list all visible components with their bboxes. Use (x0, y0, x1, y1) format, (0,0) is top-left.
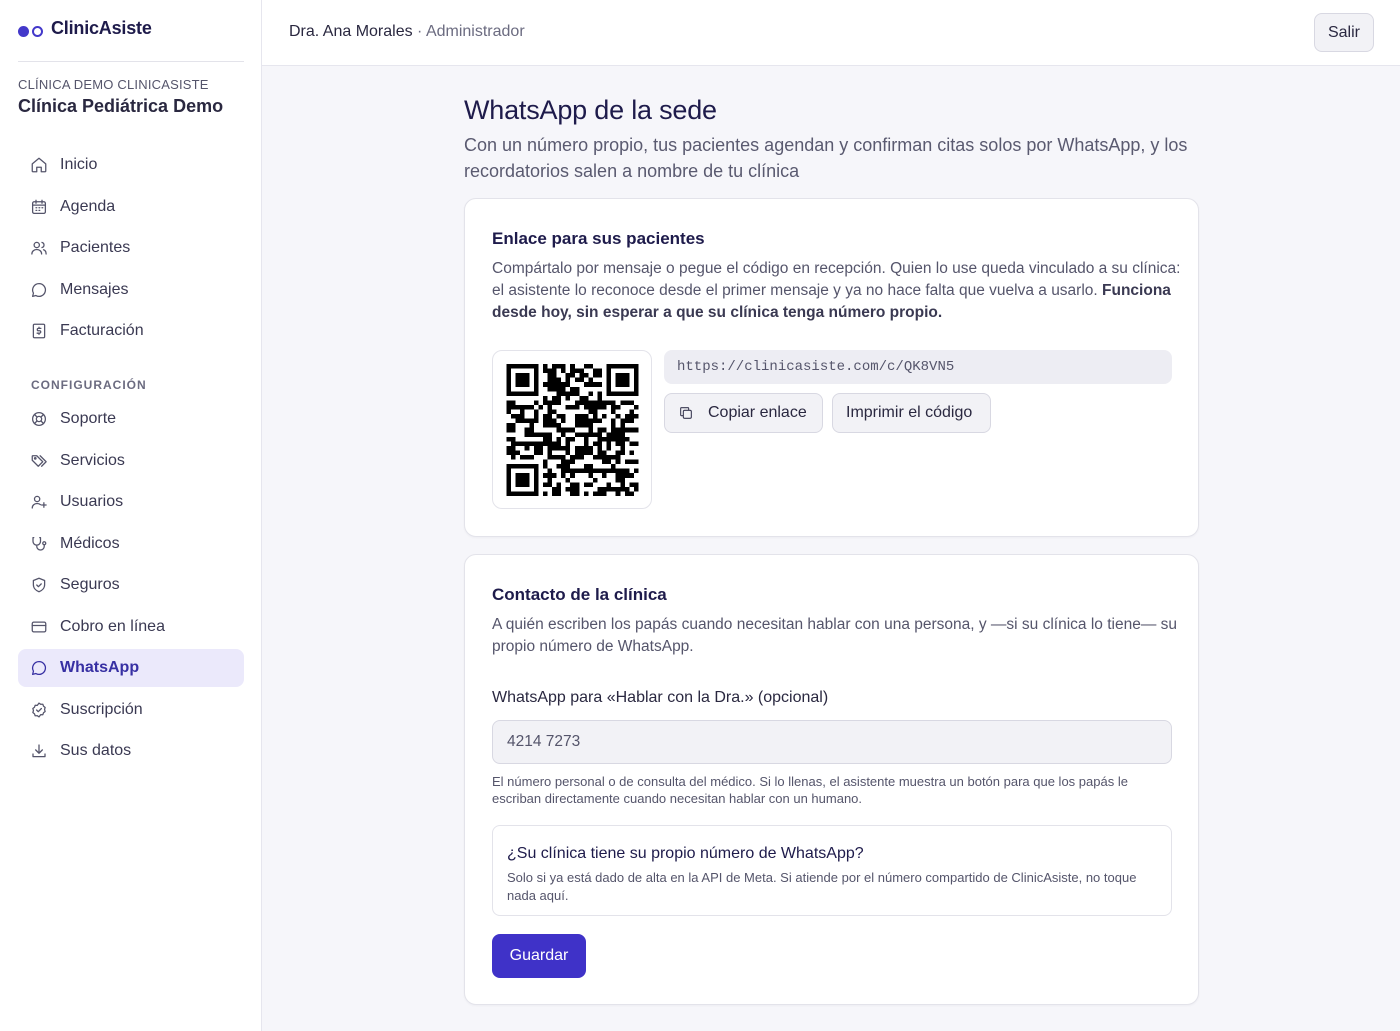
whatsapp-field-label: WhatsApp para «Hablar con la Dra.» (opci… (492, 689, 829, 706)
lifebuoy-icon (31, 411, 47, 427)
card-title: Enlace para sus pacientes (492, 229, 705, 248)
brand[interactable]: ClinicAsiste (18, 18, 244, 62)
user-plus-icon (31, 495, 47, 509)
sidebar-item-inicio[interactable]: Inicio (18, 146, 244, 184)
own-number-title: ¿Su clínica tiene su propio número de Wh… (507, 845, 864, 862)
shield-icon (32, 577, 46, 593)
patient-link-field[interactable]: https://clinicasiste.com/c/QK8VN5 (664, 350, 1172, 384)
receipt-icon (32, 323, 46, 339)
print-code-button[interactable]: Imprimir el código (832, 393, 991, 433)
sidebar-item-label: Facturación (60, 322, 144, 339)
sidebar-item-seguros[interactable]: Seguros (18, 566, 244, 604)
sidebar-item-label: Agenda (60, 197, 116, 215)
sidebar-item-label: WhatsApp (60, 659, 140, 676)
badge-check-icon (32, 701, 46, 718)
calendar-icon (31, 199, 47, 214)
own-number-text: Solo si ya está dado de alta en la API d… (507, 870, 1137, 903)
clinic-name: Clínica Pediátrica Demo (18, 96, 224, 116)
copy-icon (680, 407, 692, 419)
chat-icon (31, 282, 47, 297)
qr-code (492, 350, 652, 509)
chat-icon (31, 660, 47, 676)
sidebar-item-usuarios[interactable]: Usuarios (18, 483, 244, 521)
config-section-label: CONFIGURACIÓN (31, 378, 147, 392)
sidebar-item-sus-datos[interactable]: Sus datos (18, 732, 244, 770)
sidebar-item-label: Pacientes (60, 239, 131, 256)
page-title: WhatsApp de la sede (464, 95, 717, 125)
top-bar: Dra. Ana Morales · Administrador Salir (262, 0, 1400, 66)
whatsapp-field-help: El número personal o de consulta del méd… (492, 774, 1128, 806)
users-icon (31, 241, 47, 255)
sidebar-item-mensajes[interactable]: Mensajes (18, 271, 244, 309)
tags-icon (31, 454, 47, 467)
sidebar-item-label: Sus datos (60, 742, 132, 759)
sidebar-item-whatsapp[interactable]: WhatsApp (18, 649, 244, 687)
brand-name: ClinicAsiste (51, 18, 152, 38)
sidebar-item-cobro-en-linea[interactable]: Cobro en línea (18, 608, 244, 646)
copy-link-button[interactable]: Copiar enlace (664, 393, 823, 433)
user-name: Dra. Ana Morales (289, 23, 413, 40)
sidebar-item-label: Médicos (60, 534, 120, 552)
page-subtitle: Con un número propio, tus pacientes agen… (464, 135, 1188, 181)
sidebar-item-label: Servicios (60, 451, 125, 469)
sidebar-item-label: Inicio (60, 156, 98, 173)
sidebar-item-facturacion[interactable]: Facturación (18, 312, 244, 350)
separator: · (412, 23, 426, 40)
config-nav: Soporte Servicios Usuarios Médicos Segur… (18, 400, 244, 774)
sidebar-item-pacientes[interactable]: Pacientes (18, 229, 244, 267)
clinic-caption: CLÍNICA DEMO CLINICASISTE (18, 77, 209, 92)
sidebar-item-label: Usuarios (60, 493, 124, 510)
qr-code-icon (506, 364, 639, 496)
logout-button[interactable]: Salir (1313, 13, 1374, 52)
home-icon (31, 157, 47, 173)
card-title: Contacto de la clínica (492, 585, 667, 604)
sidebar-item-soporte[interactable]: Soporte (18, 400, 244, 438)
sidebar-item-medicos[interactable]: Médicos (18, 525, 244, 563)
sidebar-item-suscripcion[interactable]: Suscripción (18, 691, 244, 729)
sidebar-item-label: Suscripción (60, 700, 143, 718)
credit-card-icon (31, 620, 47, 633)
user-info: Dra. Ana Morales · Administrador (289, 23, 525, 41)
card-description: A quién escriben los papás cuando necesi… (492, 616, 1178, 655)
page-heading: WhatsApp de la sede Con un número propio… (464, 95, 1200, 184)
own-number-section[interactable]: ¿Su clínica tiene su propio número de Wh… (492, 825, 1172, 916)
sidebar-item-label: Seguros (60, 576, 120, 593)
sidebar: ClinicAsiste CLÍNICA DEMO CLINICASISTE C… (0, 0, 262, 1031)
card-description: Compártalo por mensaje o pegue el código… (492, 258, 1182, 324)
sidebar-item-servicios[interactable]: Servicios (18, 442, 244, 480)
whatsapp-doctor-input[interactable] (492, 720, 1172, 764)
download-icon (32, 744, 46, 758)
description-text: Compártalo por mensaje o pegue el código… (492, 260, 1181, 299)
patient-link-card: Enlace para sus pacientes Compártalo por… (464, 198, 1199, 537)
sidebar-item-label: Soporte (60, 410, 117, 427)
copy-link-label: Copiar enlace (708, 404, 807, 421)
save-button[interactable]: Guardar (492, 934, 586, 978)
sidebar-item-label: Mensajes (60, 280, 129, 298)
sidebar-item-label: Cobro en línea (60, 617, 165, 635)
sidebar-item-agenda[interactable]: Agenda (18, 188, 244, 226)
brand-logo-icon (18, 26, 43, 37)
user-role: Administrador (425, 23, 525, 40)
clinic-contact-card: Contacto de la clínica A quién escriben … (464, 554, 1199, 1005)
main-nav: Inicio Agenda Pacientes Mensajes Factura… (18, 146, 244, 354)
stethoscope-icon (32, 536, 47, 551)
